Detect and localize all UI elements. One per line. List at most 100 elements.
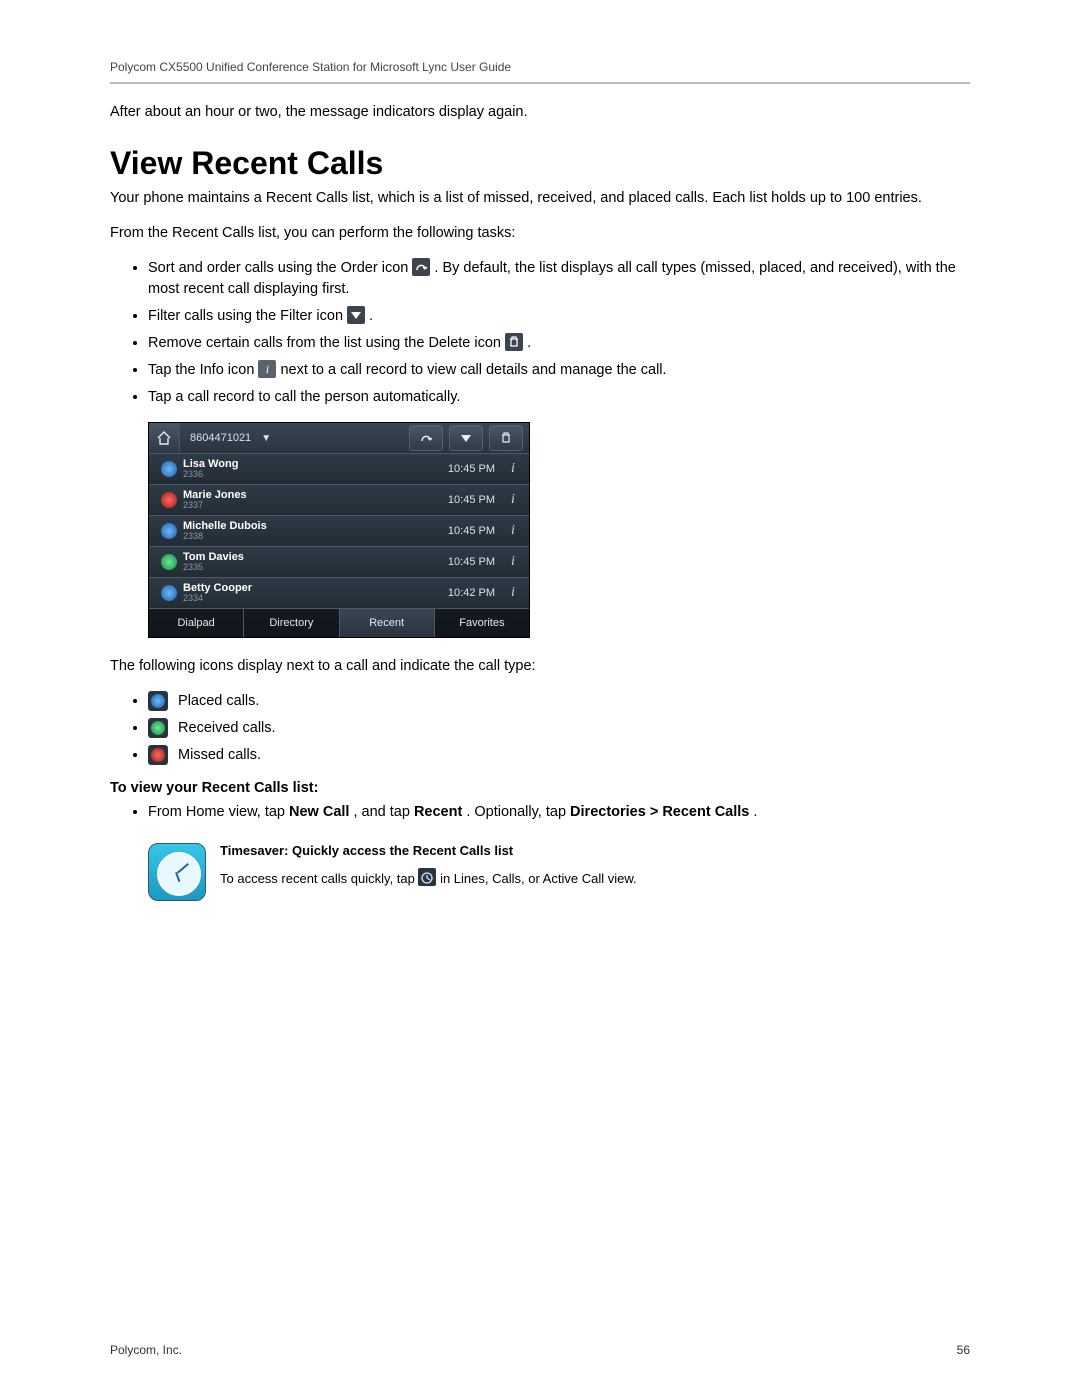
call-extension: 2335 — [183, 563, 440, 572]
call-record-row[interactable]: Lisa Wong233610:45 PMi — [149, 453, 529, 484]
howto-bold: Directories > Recent Calls — [570, 804, 749, 820]
received-call-icon — [148, 718, 168, 738]
phone-number: 8604471021 — [180, 432, 261, 444]
missed-call-icon — [148, 745, 168, 765]
delete-button[interactable] — [489, 425, 523, 451]
info-icon: i — [258, 360, 276, 378]
sub-heading: To view your Recent Calls list: — [110, 780, 970, 796]
call-record-row[interactable]: Betty Cooper233410:42 PMi — [149, 577, 529, 608]
dropdown-icon[interactable]: ▼ — [261, 433, 277, 444]
order-button[interactable] — [409, 425, 443, 451]
call-names: Betty Cooper2334 — [183, 583, 440, 603]
call-names: Michelle Dubois2338 — [183, 521, 440, 541]
phone-tab-dialpad[interactable]: Dialpad — [149, 609, 244, 637]
placed-call-icon — [148, 691, 168, 711]
phone-tabs: DialpadDirectoryRecentFavorites — [149, 608, 529, 637]
call-names: Tom Davies2335 — [183, 552, 440, 572]
task-item: Filter calls using the Filter icon . — [148, 306, 970, 327]
howto-list: From Home view, tap New Call , and tap R… — [110, 802, 970, 823]
paragraph-3: The following icons display next to a ca… — [110, 656, 970, 677]
intro-paragraph: After about an hour or two, the message … — [110, 102, 970, 123]
timesaver-callout: Timesaver: Quickly access the Recent Cal… — [148, 843, 970, 901]
howto-text: . Optionally, tap — [466, 804, 570, 820]
paragraph-2: From the Recent Calls list, you can perf… — [110, 223, 970, 244]
call-time: 10:42 PM — [440, 587, 503, 599]
call-extension: 2337 — [183, 501, 440, 510]
task-text: next to a call record to view call detai… — [280, 362, 666, 378]
timesaver-title: Timesaver: Quickly access the Recent Cal… — [220, 843, 637, 858]
info-icon[interactable]: i — [503, 554, 523, 570]
call-time: 10:45 PM — [440, 494, 503, 506]
footer-right: 56 — [957, 1343, 970, 1357]
task-text: . — [369, 308, 373, 324]
timesaver-body: To access recent calls quickly, tap in L… — [220, 868, 637, 886]
call-name: Betty Cooper — [183, 583, 440, 594]
call-type-icon — [161, 585, 177, 601]
recent-calls-screenshot: 8604471021 ▼ Lisa Wong233610:45 PMiMarie… — [148, 422, 530, 638]
legend-item: Missed calls. — [148, 745, 970, 766]
howto-text: . — [753, 804, 757, 820]
call-extension: 2338 — [183, 532, 440, 541]
task-text: Tap the Info icon — [148, 362, 258, 378]
call-name: Lisa Wong — [183, 459, 440, 470]
call-time: 10:45 PM — [440, 525, 503, 537]
info-icon[interactable]: i — [503, 523, 523, 539]
call-name: Michelle Dubois — [183, 521, 440, 532]
filter-icon — [347, 306, 365, 324]
call-time: 10:45 PM — [440, 463, 503, 475]
phone-tab-favorites[interactable]: Favorites — [435, 609, 529, 637]
call-type-icon — [161, 492, 177, 508]
task-text: Filter calls using the Filter icon — [148, 308, 347, 324]
call-name: Tom Davies — [183, 552, 440, 563]
paragraph-1: Your phone maintains a Recent Calls list… — [110, 188, 970, 209]
task-item: Sort and order calls using the Order ico… — [148, 258, 970, 300]
call-name: Marie Jones — [183, 490, 440, 501]
phone-tab-recent[interactable]: Recent — [340, 609, 435, 637]
call-extension: 2336 — [183, 470, 440, 479]
call-type-icon — [161, 523, 177, 539]
header-rule — [110, 82, 970, 84]
legend-text: Received calls. — [178, 720, 276, 736]
call-record-row[interactable]: Tom Davies233510:45 PMi — [149, 546, 529, 577]
task-item: Tap a call record to call the person aut… — [148, 387, 970, 408]
call-type-icon — [161, 554, 177, 570]
legend-text: Missed calls. — [178, 747, 261, 763]
task-text: . — [527, 335, 531, 351]
legend-item: Received calls. — [148, 718, 970, 739]
call-extension: 2334 — [183, 594, 440, 603]
howto-bold: New Call — [289, 804, 349, 820]
task-item: Remove certain calls from the list using… — [148, 333, 970, 354]
call-record-row[interactable]: Marie Jones233710:45 PMi — [149, 484, 529, 515]
timesaver-text: in Lines, Calls, or Active Call view. — [440, 871, 637, 886]
filter-button[interactable] — [449, 425, 483, 451]
delete-icon — [505, 333, 523, 351]
clock-icon — [418, 868, 436, 886]
task-text: Sort and order calls using the Order ico… — [148, 260, 412, 276]
info-icon[interactable]: i — [503, 492, 523, 508]
home-icon[interactable] — [149, 423, 180, 453]
legend-text: Placed calls. — [178, 693, 259, 709]
howto-text: From Home view, tap — [148, 804, 289, 820]
info-icon[interactable]: i — [503, 461, 523, 477]
call-time: 10:45 PM — [440, 556, 503, 568]
call-names: Lisa Wong2336 — [183, 459, 440, 479]
howto-item: From Home view, tap New Call , and tap R… — [148, 802, 970, 823]
task-text: Remove certain calls from the list using… — [148, 335, 505, 351]
call-type-icon — [161, 461, 177, 477]
howto-bold: Recent — [414, 804, 462, 820]
doc-header: Polycom CX5500 Unified Conference Statio… — [110, 60, 970, 74]
howto-text: , and tap — [353, 804, 413, 820]
phone-top-bar: 8604471021 ▼ — [149, 423, 529, 453]
info-icon[interactable]: i — [503, 585, 523, 601]
page-title: View Recent Calls — [110, 145, 970, 182]
timesaver-text: To access recent calls quickly, tap — [220, 871, 418, 886]
legend-item: Placed calls. — [148, 691, 970, 712]
order-icon — [412, 258, 430, 276]
phone-tab-directory[interactable]: Directory — [244, 609, 339, 637]
task-item: Tap the Info icon i next to a call recor… — [148, 360, 970, 381]
task-list: Sort and order calls using the Order ico… — [110, 258, 970, 408]
timesaver-icon — [148, 843, 206, 901]
legend-list: Placed calls. Received calls. Missed cal… — [110, 691, 970, 766]
page-footer: Polycom, Inc. 56 — [110, 1343, 970, 1357]
call-record-row[interactable]: Michelle Dubois233810:45 PMi — [149, 515, 529, 546]
